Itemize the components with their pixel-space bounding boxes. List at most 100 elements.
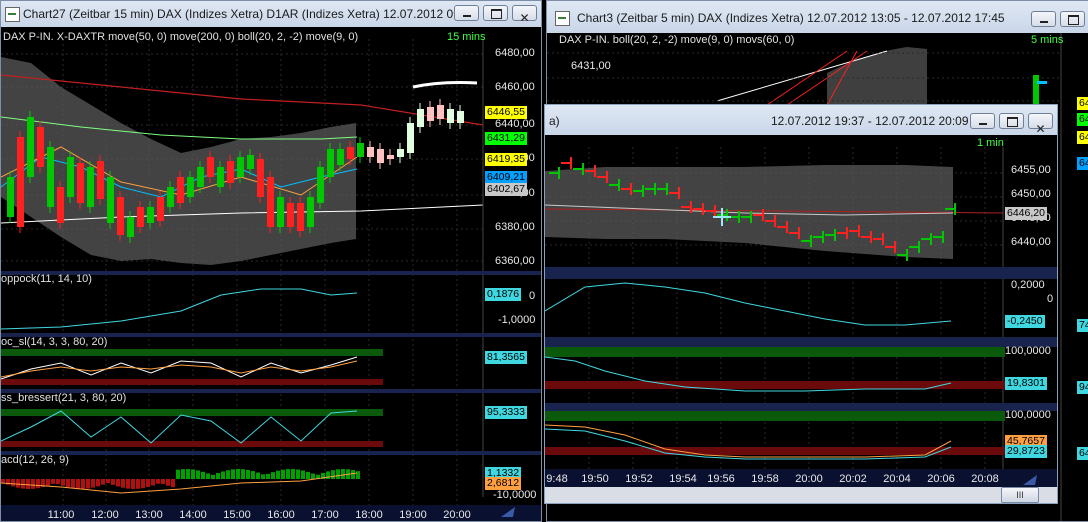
close-button[interactable]: ✕ — [1028, 113, 1053, 135]
candle-body — [7, 177, 14, 217]
candle-body — [147, 207, 154, 223]
macd-bar — [66, 479, 70, 488]
macd-bar — [331, 470, 335, 479]
candle-body — [357, 143, 364, 157]
candle-body — [307, 197, 314, 227]
candle-body — [197, 167, 204, 187]
popup-price-tag: 6446,20 — [1005, 207, 1047, 220]
minimize-button[interactable] — [454, 5, 479, 21]
macd-bar — [86, 479, 90, 489]
macd-bar — [121, 479, 125, 488]
left-window-title: Chart27 (Zeitbar 15 min) DAX (Indizes Xe… — [23, 7, 474, 21]
candle-body — [107, 177, 114, 223]
macd-bar — [196, 470, 200, 479]
macd-bar — [151, 479, 155, 486]
popup-oscillator-line — [545, 282, 952, 326]
bressert-value: 95,3333 — [485, 406, 527, 419]
price-tag-lower: 6402,67 — [485, 183, 527, 196]
candle-body — [457, 111, 464, 123]
candle-body — [237, 157, 244, 177]
indicator-title-macd: acd(12, 26, 9) — [1, 454, 69, 466]
popup-price-chart[interactable]: 9:48 19:50 19:52 19:54 19:56 19:58 20:00 20:02 2… — [545, 135, 1057, 503]
macd-bar — [296, 469, 300, 479]
price-axis-label: 6480,00 — [495, 47, 535, 59]
indicator-title-stoch: oc_sl(14, 3, 3, 80, 20) — [1, 336, 108, 348]
close-button[interactable]: ✕ — [512, 5, 537, 25]
candle-body — [27, 117, 34, 177]
candle-body — [427, 107, 434, 121]
maximize-button[interactable] — [483, 5, 508, 21]
macd-bar — [141, 479, 145, 489]
stoch-line-2 — [1, 360, 358, 378]
stoch-value: 81,3565 — [485, 351, 527, 364]
chart-window-icon — [555, 11, 570, 26]
popup-stoch2-value-2: 29,8723 — [1005, 445, 1047, 458]
maximize-button[interactable] — [1060, 11, 1085, 27]
close-icon: ✕ — [1035, 122, 1046, 135]
scroll-grip-icon: III — [1016, 490, 1024, 500]
right-price-tag: 64 — [1077, 113, 1088, 126]
time-axis-label: 20:08 — [971, 473, 999, 485]
candle-body — [287, 203, 294, 227]
maximize-button[interactable] — [999, 113, 1024, 129]
macd-bar — [81, 479, 85, 489]
popup-chart-window[interactable]: a) 12.07.2012 19:37 - 12.07.2012 20:09 ✕ — [544, 104, 1058, 504]
coppock-min: -1,0000 — [498, 314, 536, 326]
coppock-zero: 0 — [529, 290, 536, 302]
time-axis-label: 20:02 — [839, 473, 867, 485]
left-window-titlebar[interactable]: Chart27 (Zeitbar 15 min) DAX (Indizes Xe… — [1, 1, 541, 27]
candle-body — [437, 105, 444, 119]
macd-bar — [206, 473, 210, 479]
macd-bar — [181, 469, 185, 479]
macd-bar — [126, 479, 130, 489]
time-axis-label: 20:00 — [795, 473, 823, 485]
candle-body — [87, 167, 94, 207]
candle-body — [387, 155, 394, 159]
candle-body — [97, 161, 104, 199]
macd-bar — [221, 471, 225, 479]
minimize-button[interactable] — [1031, 11, 1056, 27]
candle-body — [177, 177, 184, 203]
indicator-title-coppock: oppock(11, 14, 10) — [1, 273, 92, 285]
candle-body — [187, 177, 194, 197]
macd-bar — [101, 479, 105, 485]
candle-body — [227, 161, 234, 183]
macd-bar — [16, 479, 20, 488]
price-tag-upper: 6419,35 — [485, 153, 527, 166]
macd-bar — [21, 479, 25, 489]
macd-bar — [286, 469, 290, 479]
popup-window-titlebar[interactable]: a) 12.07.2012 19:37 - 12.07.2012 20:09 ✕ — [545, 105, 1057, 135]
macd-bar — [26, 479, 30, 489]
scroll-thumb[interactable]: III — [1001, 487, 1039, 503]
candle-body — [77, 163, 84, 203]
time-axis-label: 12:00 — [91, 509, 119, 521]
candle-body — [277, 197, 284, 227]
macd-bar — [261, 474, 265, 479]
candle-body — [327, 149, 334, 177]
macd-bar — [56, 479, 60, 484]
popup-price-axis-label: 6440,00 — [1011, 236, 1051, 248]
candle-body — [157, 197, 164, 221]
macd-bar — [251, 471, 255, 479]
minimize-button[interactable] — [970, 113, 995, 129]
annotation-line — [412, 81, 478, 89]
close-icon: ✕ — [519, 11, 530, 25]
chart-window-icon — [5, 7, 20, 22]
candle-body — [347, 147, 354, 159]
macd-bar — [306, 471, 310, 479]
right-window-title: Chart3 (Zeitbar 5 min) DAX (Indizes Xetr… — [577, 11, 1005, 25]
right-window-titlebar[interactable]: Chart3 (Zeitbar 5 min) DAX (Indizes Xetr… — [547, 1, 1088, 33]
time-axis-label: 19:50 — [581, 473, 609, 485]
left-chart-window[interactable]: Chart27 (Zeitbar 15 min) DAX (Indizes Xe… — [0, 0, 542, 522]
candle-body — [57, 187, 64, 223]
candle-body — [137, 207, 144, 227]
candle-body — [17, 137, 24, 227]
popup-title-left: a) — [549, 114, 560, 128]
time-axis-label: 20:04 — [883, 473, 911, 485]
macd-min: -10,0000 — [493, 489, 537, 501]
macd-bar — [46, 479, 50, 486]
price-axis-label: 6460,00 — [495, 81, 535, 93]
macd-bar — [191, 469, 195, 479]
macd-bar — [201, 471, 205, 479]
popup-window-title: 12.07.2012 19:37 - 12.07.2012 20:09 — [771, 114, 969, 128]
